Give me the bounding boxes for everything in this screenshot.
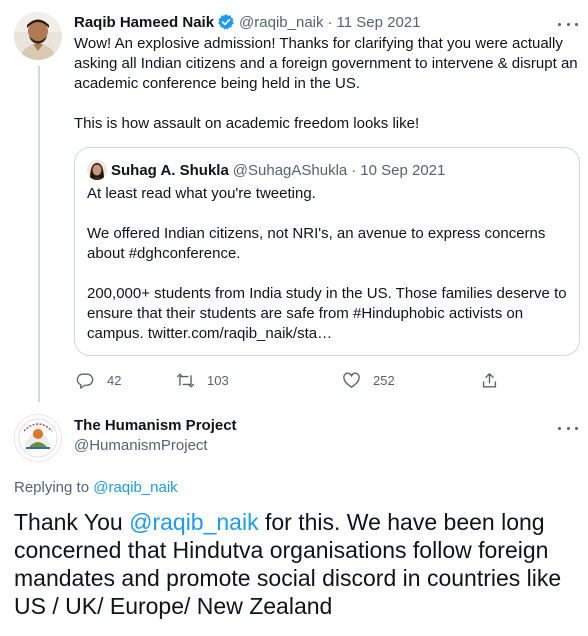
verified-badge-icon (218, 14, 234, 30)
quoted-text: At least read what you're tweeting. We o… (87, 184, 571, 344)
text-segment: Thank You (14, 509, 130, 535)
quoted-avatar (87, 160, 107, 180)
replying-handle-link[interactable]: @raqib_naik (93, 479, 177, 496)
quoted-paragraph: At least read what you're tweeting. (87, 185, 316, 202)
tweet-text: Thank You @raqib_naik for this. We have … (14, 508, 580, 620)
reply-count: 42 (107, 372, 122, 388)
quoted-tweet[interactable]: Suhag A. Shukla @SuhagAShukla · 10 Sep 2… (74, 147, 580, 356)
quoted-date: 10 Sep 2021 (360, 161, 446, 179)
reply-tweet[interactable]: The Humanism Project @HumanismProject Re… (0, 404, 588, 636)
author-name[interactable]: Raqib Hameed Naik (74, 14, 214, 31)
share-icon (482, 372, 497, 388)
author-name[interactable]: The Humanism Project (74, 416, 237, 436)
separator: · (327, 13, 333, 31)
tweet-paragraph: Wow! An explosive admission! Thanks for … (74, 35, 578, 92)
tweet-header: Raqib Hameed Naik @raqib_naik · 11 Sep 2… (74, 12, 420, 32)
tweet-text: Wow! An explosive admission! Thanks for … (74, 34, 584, 134)
quoted-tweet-header: Suhag A. Shukla @SuhagAShukla · 10 Sep 2… (87, 160, 445, 180)
retweet-icon (176, 372, 195, 388)
share-button[interactable] (480, 368, 511, 392)
replying-label: Replying to (14, 479, 90, 496)
tweet-paragraph: This is how assault on academic freedom … (74, 115, 420, 132)
thread-line (38, 66, 40, 402)
avatar[interactable] (14, 12, 62, 60)
heart-icon (343, 372, 360, 388)
more-icon[interactable] (558, 14, 578, 34)
quoted-author-handle: @SuhagAShukla (232, 161, 348, 179)
tweet-actions: 42 103 252 (74, 368, 504, 392)
main-tweet[interactable]: Raqib Hameed Naik @raqib_naik · 11 Sep 2… (0, 0, 588, 404)
quoted-paragraph: 200,000+ students from India study in th… (87, 285, 567, 342)
quoted-author-name: Suhag A. Shukla (111, 161, 229, 179)
tweet-date[interactable]: 11 Sep 2021 (337, 14, 421, 31)
retweet-button[interactable]: 103 (176, 368, 229, 392)
reply-button[interactable]: 42 (76, 368, 121, 392)
reply-icon (76, 372, 94, 389)
like-button[interactable]: 252 (342, 368, 395, 392)
author-handle[interactable]: @raqib_naik (239, 14, 323, 31)
separator: · (351, 161, 357, 179)
retweet-count: 103 (207, 372, 229, 388)
quoted-paragraph: We offered Indian citizens, not NRI's, a… (87, 225, 546, 262)
like-count: 252 (373, 372, 395, 388)
more-icon[interactable] (558, 418, 578, 438)
replying-to: Replying to @raqib_naik (14, 478, 178, 498)
author-handle[interactable]: @HumanismProject (74, 436, 208, 456)
mention-link[interactable]: @raqib_naik (129, 509, 258, 535)
avatar[interactable] (14, 414, 62, 462)
